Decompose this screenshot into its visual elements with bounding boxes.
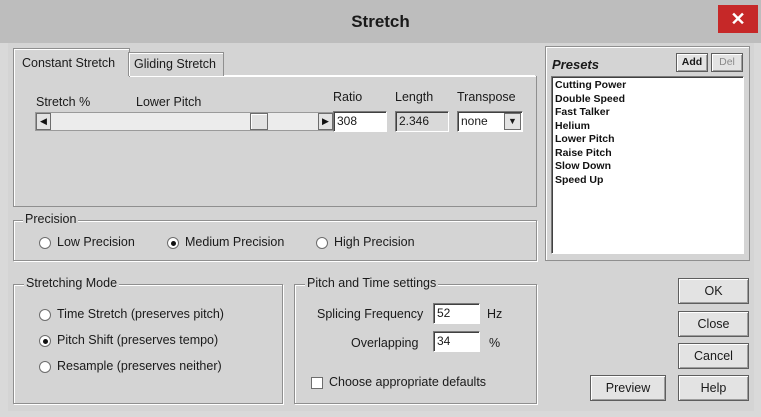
tab-gliding-stretch[interactable]: Gliding Stretch — [128, 52, 224, 76]
slider-thumb[interactable] — [250, 113, 268, 130]
close-window-button[interactable]: ✕ — [718, 5, 758, 33]
tab-constant-stretch-label: Constant Stretch — [22, 56, 116, 70]
preview-button[interactable]: Preview — [590, 375, 666, 401]
length-label: Length — [395, 90, 434, 104]
stretch-percent-label: Stretch % — [36, 95, 91, 109]
overlapping-label: Overlapping — [351, 336, 419, 350]
close-button[interactable]: Close — [678, 311, 749, 337]
ratio-label: Ratio — [333, 90, 363, 104]
stretch-dialog: Stretch ✕ Constant Stretch Gliding Stret… — [0, 0, 761, 417]
transpose-value: none — [461, 114, 488, 128]
help-button[interactable]: Help — [678, 375, 749, 401]
preset-list-item[interactable]: Lower Pitch — [555, 133, 743, 147]
defaults-checkbox[interactable] — [311, 377, 323, 389]
preset-list-item[interactable]: Cutting Power — [555, 79, 743, 93]
ok-button[interactable]: OK — [678, 278, 749, 304]
splicing-frequency-label: Splicing Frequency — [317, 307, 424, 321]
defaults-label[interactable]: Choose appropriate defaults — [329, 375, 486, 389]
precision-legend: Precision — [23, 212, 79, 226]
low-precision-label[interactable]: Low Precision — [57, 235, 135, 249]
time-stretch-radio[interactable] — [39, 309, 51, 321]
resample-radio[interactable] — [39, 361, 51, 373]
length-field: 2.346 — [395, 111, 449, 132]
preset-list-item[interactable]: Double Speed — [555, 93, 743, 107]
preset-list-item[interactable]: Fast Talker — [555, 106, 743, 120]
lower-pitch-label: Lower Pitch — [136, 95, 202, 109]
splicing-frequency-input[interactable]: 52 — [433, 303, 480, 324]
pitch-time-legend: Pitch and Time settings — [305, 276, 439, 290]
dialog-body: Constant Stretch Gliding Stretch Stretch… — [8, 43, 754, 411]
high-precision-label[interactable]: High Precision — [334, 235, 415, 249]
medium-precision-radio[interactable] — [167, 237, 179, 249]
preset-list-item[interactable]: Slow Down — [555, 160, 743, 174]
overlapping-input[interactable]: 34 — [433, 331, 480, 352]
resample-label[interactable]: Resample (preserves neither) — [57, 359, 222, 373]
add-preset-button[interactable]: Add — [676, 53, 708, 72]
ratio-input[interactable]: 308 — [333, 111, 387, 132]
cancel-button[interactable]: Cancel — [678, 343, 749, 369]
high-precision-radio[interactable] — [316, 237, 328, 249]
window-title: Stretch — [351, 12, 410, 31]
low-precision-radio[interactable] — [39, 237, 51, 249]
preset-list-item[interactable]: Raise Pitch — [555, 147, 743, 161]
tab-control: Constant Stretch Gliding Stretch Stretch… — [13, 46, 537, 207]
slider-right-arrow[interactable]: ▶ — [318, 113, 333, 130]
chevron-down-icon: ▼ — [508, 116, 517, 126]
transpose-label: Transpose — [457, 90, 516, 104]
time-stretch-label[interactable]: Time Stretch (preserves pitch) — [57, 307, 224, 321]
pitch-shift-label[interactable]: Pitch Shift (preserves tempo) — [57, 333, 218, 347]
tab-constant-stretch[interactable]: Constant Stretch — [13, 48, 130, 77]
presets-title: Presets — [552, 57, 599, 72]
slider-left-arrow[interactable]: ◀ — [36, 113, 51, 130]
title-bar[interactable]: Stretch ✕ — [0, 0, 761, 43]
preset-list-item[interactable]: Helium — [555, 120, 743, 134]
delete-preset-button[interactable]: Del — [711, 53, 743, 72]
transpose-select[interactable]: none ▼ — [457, 111, 523, 132]
presets-panel: Presets Add Del Cutting Power Double Spee… — [545, 46, 750, 261]
medium-precision-label[interactable]: Medium Precision — [185, 235, 284, 249]
transpose-dropdown-button[interactable]: ▼ — [504, 113, 521, 130]
presets-list[interactable]: Cutting Power Double Speed Fast Talker Heli… — [551, 76, 744, 254]
stretch-slider[interactable]: ◀ ▶ — [35, 112, 334, 131]
stretching-mode-legend: Stretching Mode — [24, 276, 120, 290]
splicing-unit: Hz — [487, 307, 503, 321]
tab-gliding-stretch-label: Gliding Stretch — [134, 57, 216, 71]
preset-list-item[interactable]: Speed Up — [555, 174, 743, 188]
presets-list-items: Cutting Power Double Speed Fast Talker Heli… — [555, 79, 743, 187]
overlapping-unit: % — [489, 336, 501, 350]
pitch-shift-radio[interactable] — [39, 335, 51, 347]
